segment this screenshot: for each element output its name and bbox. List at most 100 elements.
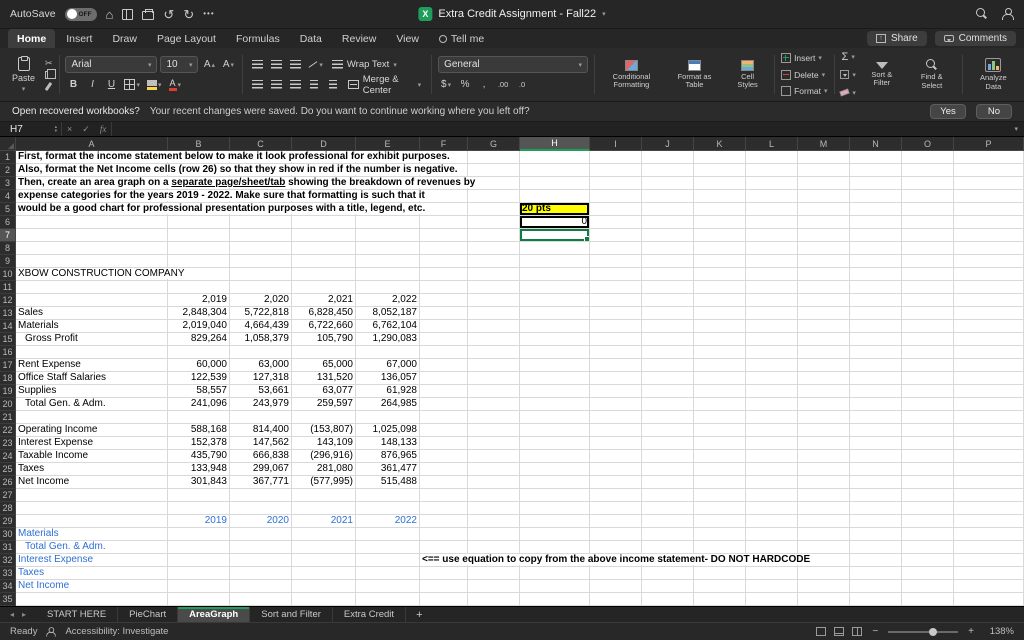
cell-I17[interactable] <box>590 359 642 372</box>
cell-J12[interactable] <box>642 294 694 307</box>
cell-G12[interactable] <box>468 294 520 307</box>
cell-J19[interactable] <box>642 385 694 398</box>
cell-G24[interactable] <box>468 450 520 463</box>
row-header-9[interactable]: 9 <box>0 255 16 268</box>
cell-E18[interactable]: 136,057 <box>356 372 420 385</box>
cell-P20[interactable] <box>954 398 1024 411</box>
cell-K12[interactable] <box>694 294 746 307</box>
cell-O32[interactable] <box>902 554 954 567</box>
cell-D7[interactable] <box>292 229 356 242</box>
cell-C11[interactable] <box>230 281 292 294</box>
enter-icon[interactable]: ✓ <box>77 124 95 135</box>
cell-N8[interactable] <box>850 242 902 255</box>
cell-G11[interactable] <box>468 281 520 294</box>
cell-B19[interactable]: 58,557 <box>168 385 230 398</box>
cell-H10[interactable] <box>520 268 590 281</box>
zoom-in-button[interactable]: + <box>966 626 976 637</box>
row-header-14[interactable]: 14 <box>0 320 16 333</box>
cell-J8[interactable] <box>642 242 694 255</box>
cell-N24[interactable] <box>850 450 902 463</box>
cell-H7[interactable] <box>520 229 590 242</box>
cell-C34[interactable] <box>230 580 292 593</box>
cell-B15[interactable]: 829,264 <box>168 333 230 346</box>
cell-O27[interactable] <box>902 489 954 502</box>
cell-M12[interactable] <box>798 294 850 307</box>
cell-O17[interactable] <box>902 359 954 372</box>
cell-O25[interactable] <box>902 463 954 476</box>
cell-D21[interactable] <box>292 411 356 424</box>
cell-P26[interactable] <box>954 476 1024 489</box>
cell-G6[interactable] <box>468 216 520 229</box>
cell-H3[interactable] <box>520 177 590 190</box>
cell-J6[interactable] <box>642 216 694 229</box>
cell-K19[interactable] <box>694 385 746 398</box>
cell-K17[interactable] <box>694 359 746 372</box>
cell-H29[interactable] <box>520 515 590 528</box>
cell-N27[interactable] <box>850 489 902 502</box>
cell-H19[interactable] <box>520 385 590 398</box>
row-header-23[interactable]: 23 <box>0 437 16 450</box>
cell-I29[interactable] <box>590 515 642 528</box>
cell-M22[interactable] <box>798 424 850 437</box>
cell-P29[interactable] <box>954 515 1024 528</box>
ribbon-tab-formulas[interactable]: Formulas <box>227 29 289 48</box>
cell-D6[interactable] <box>292 216 356 229</box>
cell-B27[interactable] <box>168 489 230 502</box>
cell-I35[interactable] <box>590 593 642 606</box>
cell-D35[interactable] <box>292 593 356 606</box>
cell-E13[interactable]: 8,052,187 <box>356 307 420 320</box>
cell-B21[interactable] <box>168 411 230 424</box>
cell-J21[interactable] <box>642 411 694 424</box>
cell-P13[interactable] <box>954 307 1024 320</box>
cell-N19[interactable] <box>850 385 902 398</box>
cell-N11[interactable] <box>850 281 902 294</box>
share-button[interactable]: ↑ Share <box>867 31 927 46</box>
cell-D34[interactable] <box>292 580 356 593</box>
cell-E30[interactable] <box>356 528 420 541</box>
no-button[interactable]: No <box>976 104 1012 119</box>
cell-M18[interactable] <box>798 372 850 385</box>
more-icon[interactable]: ••• <box>203 10 214 18</box>
cell-C13[interactable]: 5,722,818 <box>230 307 292 320</box>
cell-L34[interactable] <box>746 580 798 593</box>
cell-H4[interactable] <box>520 190 590 203</box>
cell-O29[interactable] <box>902 515 954 528</box>
cell-O15[interactable] <box>902 333 954 346</box>
cell-K16[interactable] <box>694 346 746 359</box>
cell-K25[interactable] <box>694 463 746 476</box>
account-icon[interactable] <box>1002 8 1014 20</box>
cell-G4[interactable] <box>468 190 520 203</box>
cell-H31[interactable] <box>520 541 590 554</box>
merge-center-button[interactable]: Merge & Center ▾ <box>344 76 425 93</box>
cell-B25[interactable]: 133,948 <box>168 463 230 476</box>
cell-G2[interactable] <box>468 164 520 177</box>
cell-O18[interactable] <box>902 372 954 385</box>
cell-J18[interactable] <box>642 372 694 385</box>
cell-J20[interactable] <box>642 398 694 411</box>
cell-E29[interactable]: 2022 <box>356 515 420 528</box>
cell-F13[interactable] <box>420 307 468 320</box>
cell-L28[interactable] <box>746 502 798 515</box>
cell-O3[interactable] <box>902 177 954 190</box>
cell-E28[interactable] <box>356 502 420 515</box>
cell-I4[interactable] <box>590 190 642 203</box>
cell-J25[interactable] <box>642 463 694 476</box>
cell-L8[interactable] <box>746 242 798 255</box>
cell-L25[interactable] <box>746 463 798 476</box>
currency-format-button[interactable]: $▾ <box>438 76 454 93</box>
cell-C16[interactable] <box>230 346 292 359</box>
cell-F17[interactable] <box>420 359 468 372</box>
cell-H12[interactable] <box>520 294 590 307</box>
cell-A14[interactable]: Materials <box>16 320 168 333</box>
cell-L31[interactable] <box>746 541 798 554</box>
cell-C7[interactable] <box>230 229 292 242</box>
cell-P21[interactable] <box>954 411 1024 424</box>
cell-B7[interactable] <box>168 229 230 242</box>
sort-filter-button[interactable]: Sort & Filter <box>860 62 904 88</box>
fill-button[interactable]: ▾ <box>840 67 856 82</box>
cell-B23[interactable]: 152,378 <box>168 437 230 450</box>
cell-E7[interactable] <box>356 229 420 242</box>
fill-color-button[interactable]: ▾ <box>145 76 164 93</box>
cell-C23[interactable]: 147,562 <box>230 437 292 450</box>
orientation-button[interactable]: ▾ <box>306 56 325 73</box>
